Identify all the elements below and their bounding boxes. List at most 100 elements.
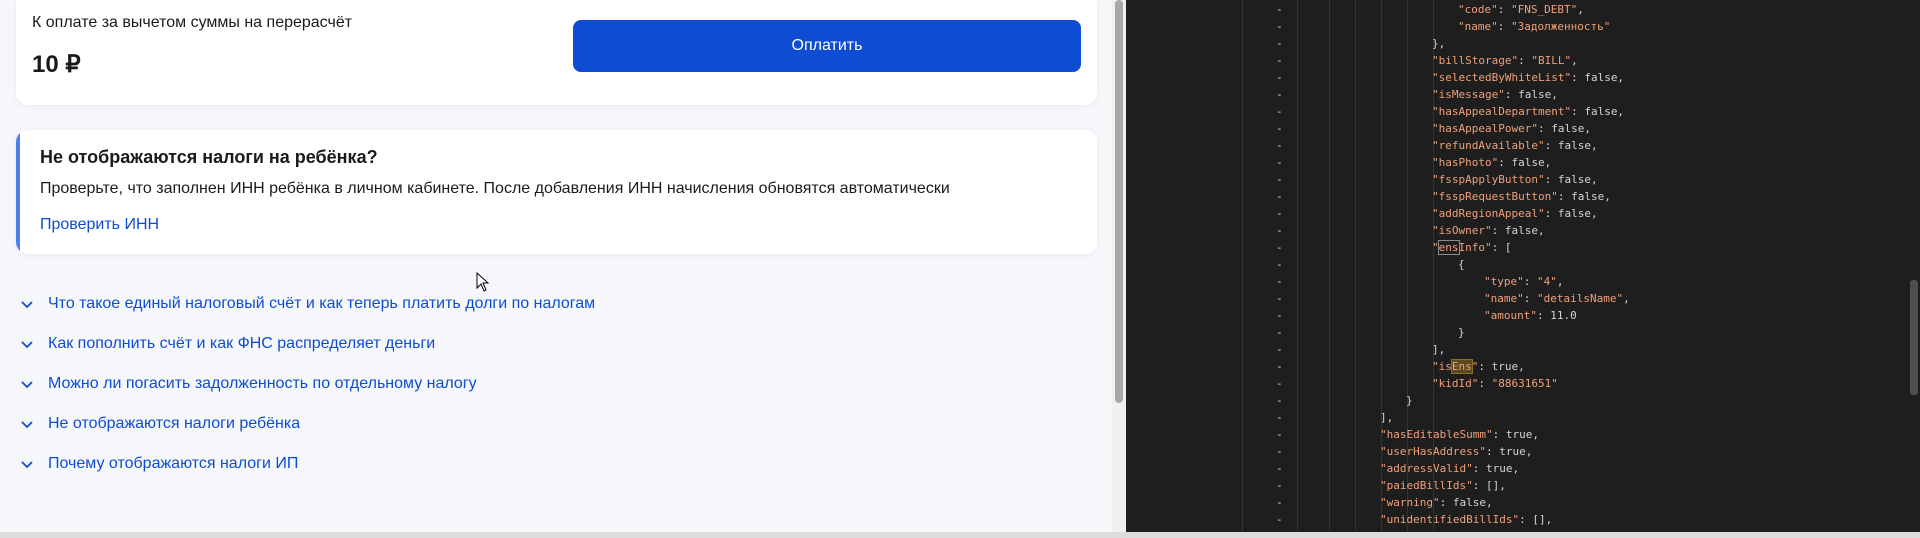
code-line: - "userHasAddress": true, [1126,443,1920,460]
code-text: { [1458,256,1465,273]
code-text: "hasPhoto": false, [1432,154,1551,171]
code-text: "selectedByWhiteList": false, [1432,69,1624,86]
faq-item-label: Можно ли погасить задолженность по отдел… [48,375,477,392]
json-punct: : false, [1498,156,1552,169]
json-punct: : [], [1472,479,1506,492]
web-page-pane: К оплате за вычетом суммы на перерасчёт … [0,0,1112,538]
json-key: "fsspRequestButton" [1432,190,1558,203]
code-text: ], [1380,409,1393,426]
diff-removed-marker: - [1276,496,1283,509]
chevron-down-icon [20,457,34,471]
chevron-down-icon [20,377,34,391]
json-punct: : true, [1478,360,1525,373]
json-string: "BILL" [1531,54,1572,67]
json-punct: : false, [1557,190,1611,203]
json-punct: ], [1380,411,1394,424]
code-line: - "kidId": "88631651" [1126,375,1920,392]
diff-removed-marker: - [1276,275,1283,288]
json-key: "is [1432,360,1452,373]
json-punct: , [1571,54,1578,67]
code-text: "hasEditableSumm": true, [1380,426,1539,443]
code-line: -}, [1126,35,1920,52]
code-line: - "isOwner": false, [1126,222,1920,239]
json-punct: , [1556,275,1564,288]
json-punct: : [1523,275,1537,288]
diff-removed-marker: - [1276,54,1283,67]
code-text: "addressValid": true, [1380,460,1519,477]
json-punct: : false, [1504,88,1558,101]
json-key: "amount" [1484,309,1537,322]
json-key: "isMessage" [1432,88,1505,101]
code-line: -], [1126,341,1920,358]
notice-accent-bar [16,130,20,254]
code-line: - "addRegionAppeal": false, [1126,205,1920,222]
diff-removed-marker: - [1276,343,1283,356]
json-punct: } [1406,394,1413,407]
code-text: "refundAvailable": false, [1432,137,1598,154]
faq-item[interactable]: Не отображаются налоги ребёнка [20,404,595,444]
json-key: Info" [1458,241,1492,254]
code-text: } [1406,392,1413,409]
code-text: "name": "Задолженность" [1458,18,1610,35]
json-key: "code" [1458,3,1498,16]
json-punct: , [1623,292,1630,305]
json-punct: : [1497,20,1511,33]
diff-removed-marker: - [1276,3,1283,16]
json-key: "paiedBillIds" [1380,479,1473,492]
code-text: "userHasAddress": true, [1380,443,1532,460]
chevron-down-icon [20,297,34,311]
payment-card: К оплате за вычетом суммы на перерасчёт … [16,0,1097,105]
json-punct: : [1478,377,1492,390]
json-key: "hasPhoto" [1432,156,1499,169]
chevron-down-icon [20,337,34,351]
faq-item[interactable]: Можно ли погасить задолженность по отдел… [20,364,595,404]
code-text: "name": "detailsName", [1484,290,1630,307]
code-line: -} [1126,392,1920,409]
diff-removed-marker: - [1276,377,1283,390]
code-scrollbar-thumb[interactable] [1910,280,1918,395]
code-text: "fsspApplyButton": false, [1432,171,1598,188]
code-line: - "fsspRequestButton": false, [1126,188,1920,205]
code-scrollbar[interactable] [1908,0,1920,538]
code-text: "billStorage": "BILL", [1432,52,1578,69]
code-line: - "name": "detailsName", [1126,290,1920,307]
json-punct: : true, [1492,428,1539,441]
pay-button[interactable]: Оплатить [573,20,1081,72]
code-text: "hasAppealDepartment": false, [1432,103,1624,120]
code-line: - "hasAppealPower": false, [1126,120,1920,137]
bracket-match-highlight: ens [1437,240,1460,255]
faq-item[interactable]: Как пополнить счёт и как ФНС распределяе… [20,324,595,364]
diff-removed-marker: - [1276,224,1283,237]
json-punct: : [1523,292,1537,305]
code-line: - "refundAvailable": false, [1126,137,1920,154]
code-text: "type": "4", [1484,273,1564,290]
faq-item[interactable]: Что такое единый налоговый счёт и как те… [20,284,595,324]
json-punct: ], [1432,343,1446,356]
json-punct: : false, [1544,139,1598,152]
search-match-highlight: Ens [1450,359,1473,374]
code-text: "fsspRequestButton": false, [1432,188,1611,205]
json-punct: { [1458,258,1465,271]
code-line: - "warning": false, [1126,494,1920,511]
json-punct: }, [1432,37,1446,50]
check-inn-link[interactable]: Проверить ИНН [40,216,159,234]
diff-removed-marker: - [1276,20,1283,33]
faq-item[interactable]: Почему отображаются налоги ИП [20,444,595,484]
diff-removed-marker: - [1276,513,1283,526]
code-text: "unidentifiedBillIds": [], [1380,511,1552,528]
code-text: } [1458,324,1465,341]
page-scrollbar[interactable] [1112,0,1126,538]
json-key: " [1432,241,1439,254]
faq-item-label: Не отображаются налоги ребёнка [48,415,301,432]
notice-title: Не отображаются налоги на ребёнка? [40,147,378,167]
diff-removed-marker: - [1276,479,1283,492]
code-line: - "fsspApplyButton": false, [1126,171,1920,188]
diff-removed-marker: - [1276,258,1283,271]
page-scrollbar-thumb[interactable] [1115,0,1123,403]
json-punct: : false, [1537,122,1591,135]
code-text: "hasAppealPower": false, [1432,120,1591,137]
faq-item-label: Что такое единый налоговый счёт и как те… [48,295,596,312]
code-line: - "paiedBillIds": [], [1126,477,1920,494]
diff-removed-marker: - [1276,71,1283,84]
code-text: "isOwner": false, [1432,222,1545,239]
